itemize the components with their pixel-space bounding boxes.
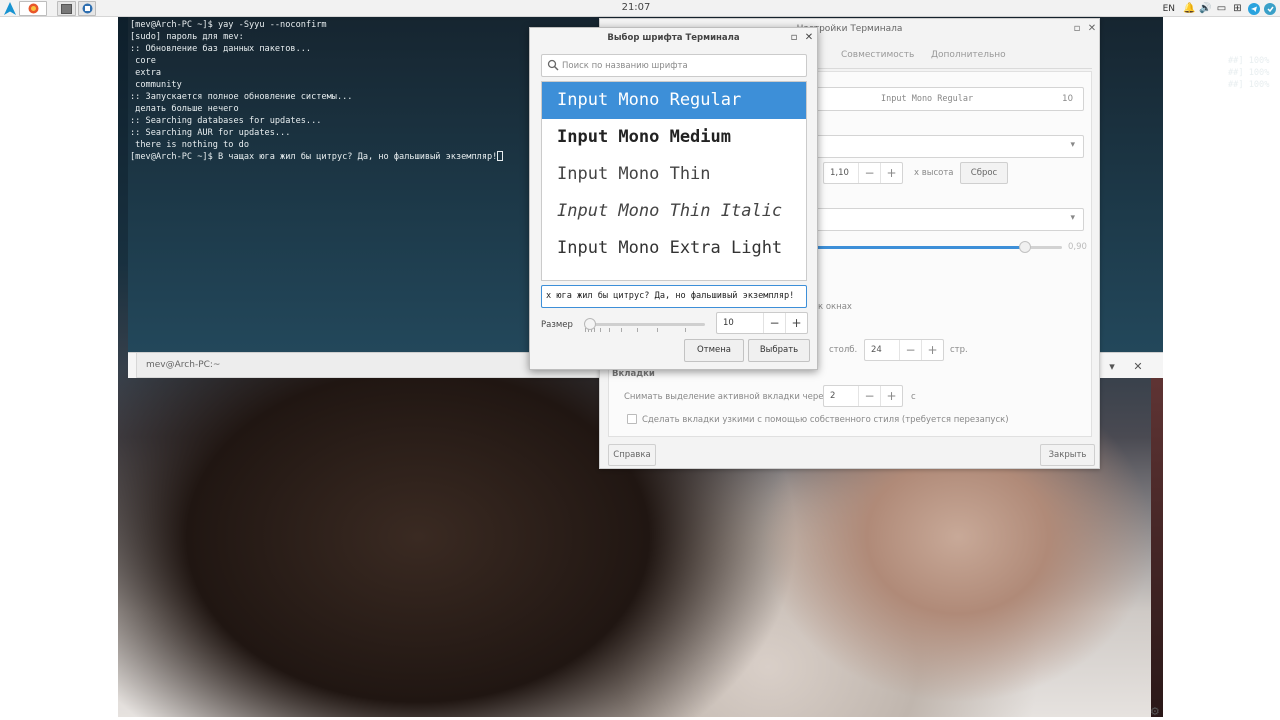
help-button[interactable]: Справка (608, 444, 656, 466)
unselect-delay-spinner[interactable]: 2 − + (823, 385, 903, 407)
terminal-line: core (130, 56, 156, 66)
terminal-line: :: Searching databases for updates... (130, 116, 322, 126)
close-icon[interactable]: ✕ (803, 32, 815, 44)
terminal-progress-line: ##] 100% (1228, 68, 1270, 78)
font-list-item-thin[interactable]: Input Mono Thin (542, 156, 806, 193)
volume-icon[interactable]: 🔊 (1199, 2, 1212, 15)
taskbar-terminal-button[interactable] (78, 1, 96, 16)
maximize-icon[interactable]: ▫ (1071, 23, 1083, 35)
terminal-progress-line: ##] 100% (1228, 80, 1270, 90)
size-slider-ticks (585, 328, 705, 333)
size-spinner[interactable]: 10 − + (716, 312, 808, 334)
terminal-line: [mev@Arch-PC ~]$ yay -Syyu --noconfirm (130, 20, 327, 30)
select-button[interactable]: Выбрать (748, 339, 810, 362)
narrow-tabs-label: Сделать вкладки узкими с помощью собстве… (642, 415, 1009, 425)
arch-menu-icon[interactable] (4, 2, 16, 15)
windows-option-label: к окнах (818, 302, 852, 312)
chevron-down-icon: ▾ (1070, 213, 1075, 223)
bell-icon[interactable]: 🔔 (1183, 2, 1196, 15)
terminal-line: extra (130, 68, 162, 78)
system-tray: EN 🔔 🔊 ▭ ⊞ (1163, 1, 1276, 16)
update-icon[interactable] (1263, 2, 1276, 15)
terminal-line: :: Searching AUR for updates... (130, 128, 291, 138)
tab-compatibility[interactable]: Совместимость (841, 50, 914, 60)
terminal-line: [sudo] пароль для mev: (130, 32, 244, 42)
chevron-down-icon: ▾ (1070, 140, 1075, 150)
window-icon (61, 3, 72, 14)
font-chooser-title: Выбор шрифта Терминала (607, 33, 740, 43)
panel-clock[interactable]: 21:07 (600, 2, 672, 13)
font-list-item-regular[interactable]: Input Mono Regular (542, 82, 806, 119)
terminal-progress-output: ##] 100% ##] 100% ##] 100% (1228, 55, 1269, 91)
size-label: Размер (541, 320, 573, 330)
increment-button[interactable]: + (785, 313, 807, 333)
taskbar-browser-button[interactable] (19, 1, 47, 16)
keyboard-layout[interactable]: EN (1163, 2, 1180, 15)
top-panel: 21:07 EN 🔔 🔊 ▭ ⊞ (0, 0, 1280, 17)
battery-icon[interactable]: ▭ (1215, 2, 1228, 15)
taskbar-files-button[interactable] (57, 1, 76, 16)
line-spacing-spinner[interactable]: 1,10 − + (823, 162, 903, 184)
font-preview-text: х юга жил бы цитрус? Да, но фальшивый эк… (546, 291, 795, 301)
close-button[interactable]: Закрыть (1040, 444, 1095, 466)
terminal-tab-label: mev@Arch-PC:~ (146, 360, 221, 370)
desktop-settings-icon[interactable]: ⚙ (1150, 705, 1162, 718)
dropdown-icon[interactable]: ▾ (1104, 358, 1120, 374)
unselect-unit-label: с (911, 392, 916, 402)
decrement-button[interactable]: − (763, 313, 785, 333)
telegram-icon[interactable] (1247, 2, 1260, 15)
terminal-app-icon (82, 3, 92, 14)
preferences-icon[interactable]: ✕ (1130, 358, 1146, 374)
unselect-delay-value: 2 (830, 391, 836, 401)
decrement-button[interactable]: − (899, 340, 921, 360)
increment-button[interactable]: + (880, 163, 902, 183)
terminal-line: community (130, 80, 182, 90)
terminal-progress-line: ##] 100% (1228, 56, 1270, 66)
close-icon[interactable]: ✕ (1086, 23, 1098, 35)
font-button-size: 10 (1062, 94, 1073, 104)
terminal-line: делать больше нечего (130, 104, 239, 114)
cancel-button[interactable]: Отмена (684, 339, 744, 362)
tabs-section-title: Вкладки (612, 369, 655, 379)
terminal-line: there is nothing to do (130, 140, 249, 150)
font-button-label: Input Mono Regular (881, 94, 974, 104)
network-icon[interactable]: ⊞ (1231, 2, 1244, 15)
font-preview-entry[interactable]: х юга жил бы цитрус? Да, но фальшивый эк… (541, 285, 807, 308)
maximize-icon[interactable]: ▫ (788, 32, 800, 44)
terminal-output[interactable]: [mev@Arch-PC ~]$ yay -Syyu --noconfirm [s… (130, 19, 504, 163)
font-search-placeholder: Поиск по названию шрифта (562, 61, 688, 71)
size-value: 10 (723, 318, 734, 328)
terminal-line: :: Запускается полное обновление системы… (130, 92, 353, 102)
font-search-input[interactable]: Поиск по названию шрифта (541, 54, 807, 77)
increment-button[interactable]: + (880, 386, 902, 406)
reset-button[interactable]: Сброс (960, 162, 1008, 184)
size-slider-track[interactable] (585, 323, 705, 326)
font-list-item-extra-light[interactable]: Input Mono Extra Light (542, 230, 806, 267)
opacity-value: 0,90 (1068, 242, 1087, 252)
search-icon (547, 59, 559, 71)
terminal-line: :: Обновление баз данных пакетов... (130, 44, 312, 54)
narrow-tabs-checkbox[interactable] (627, 414, 637, 424)
font-list-item-thin-italic[interactable]: Input Mono Thin Italic (542, 193, 806, 230)
columns-label: столб. (829, 345, 858, 355)
line-spacing-value: 1,10 (830, 168, 849, 178)
tab-advanced[interactable]: Дополнительно (931, 50, 1006, 60)
height-label: х высота (914, 168, 954, 178)
font-list-item-medium[interactable]: Input Mono Medium (542, 119, 806, 156)
font-list[interactable]: Input Mono Regular Input Mono Medium Inp… (541, 81, 807, 281)
terminal-cursor (497, 151, 504, 161)
rows-value: 24 (871, 345, 882, 355)
font-chooser-dialog: Выбор шрифта Терминала ▫ ✕ Поиск по назв… (529, 27, 818, 370)
terminal-line: [mev@Arch-PC ~]$ В чащах юга жил бы цитр… (130, 151, 504, 163)
decrement-button[interactable]: − (858, 386, 880, 406)
increment-button[interactable]: + (921, 340, 943, 360)
opacity-slider-handle[interactable] (1019, 241, 1031, 253)
rows-label: стр. (950, 345, 968, 355)
size-slider-handle[interactable] (584, 318, 596, 330)
rows-spinner[interactable]: 24 − + (864, 339, 944, 361)
decrement-button[interactable]: − (858, 163, 880, 183)
firefox-icon (28, 3, 38, 14)
unselect-tab-label: Снимать выделение активной вкладки через (624, 392, 829, 402)
